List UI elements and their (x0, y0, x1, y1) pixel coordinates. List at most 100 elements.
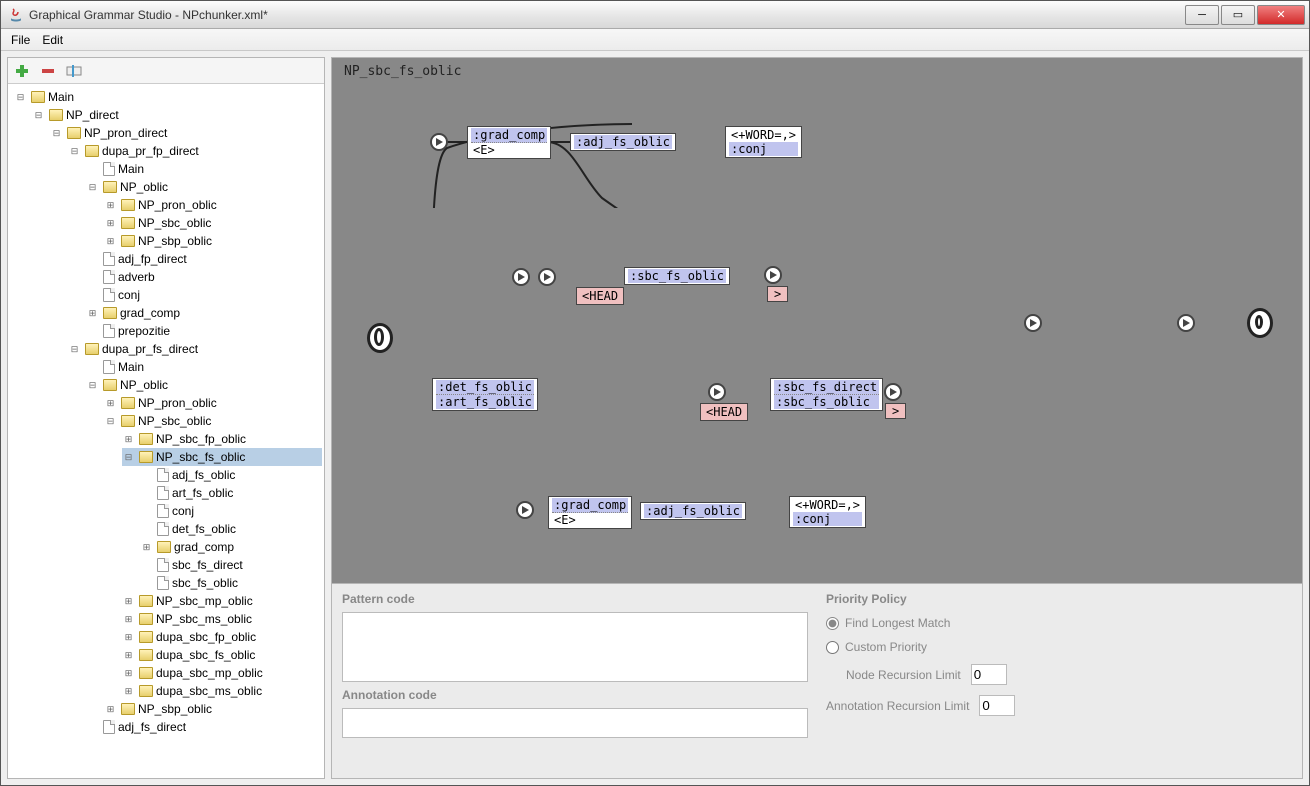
tree-node[interactable]: dupa_pr_fp_direct (102, 142, 199, 160)
tree-node[interactable]: grad_comp (120, 304, 180, 322)
pattern-code-input[interactable] (342, 612, 808, 682)
tree-leaf[interactable]: sbc_fs_oblic (172, 574, 238, 592)
tree-leaf[interactable]: adj_fs_direct (118, 718, 186, 736)
graph-node-det[interactable]: :det_fs_oblic :art_fs_oblic (432, 378, 538, 411)
tree-node[interactable]: NP_sbc_mp_oblic (156, 592, 253, 610)
file-icon (103, 252, 115, 266)
folder-icon (121, 217, 135, 229)
tree-node[interactable]: NP_pron_oblic (138, 394, 217, 412)
port-icon[interactable] (884, 383, 902, 401)
annotation-recursion-label: Annotation Recursion Limit (826, 699, 969, 713)
tree-node[interactable]: dupa_sbc_ms_oblic (156, 682, 262, 700)
node-label: > (772, 287, 783, 301)
node-recursion-input[interactable] (971, 664, 1007, 685)
file-icon (103, 360, 115, 374)
pattern-code-label: Pattern code (342, 592, 808, 606)
remove-icon[interactable] (40, 63, 56, 79)
tree-node[interactable]: NP_pron_oblic (138, 196, 217, 214)
content-area: ⊟Main ⊟NP_direct ⊟NP_pron_direct ⊟dupa_p… (1, 51, 1309, 785)
node-label: :sbc_fs_oblic (774, 395, 879, 409)
port-icon[interactable] (708, 383, 726, 401)
folder-icon (49, 109, 63, 121)
folder-icon (139, 451, 153, 463)
folder-icon (121, 415, 135, 427)
tree-node[interactable]: NP_sbp_oblic (138, 232, 212, 250)
tree-leaf[interactable]: adj_fp_direct (118, 250, 187, 268)
tree-node[interactable]: NP_sbc_oblic (138, 412, 211, 430)
graph-node-grad-comp[interactable]: :grad_comp <E> (548, 496, 632, 529)
tree-leaf[interactable]: det_fs_oblic (172, 520, 236, 538)
graph-node-adj[interactable]: :adj_fs_oblic (570, 133, 676, 151)
tree-node[interactable]: NP_sbc_fp_oblic (156, 430, 246, 448)
tree-node-selected[interactable]: NP_sbc_fs_oblic (156, 448, 245, 466)
start-node[interactable] (367, 323, 393, 353)
node-label: :adj_fs_oblic (644, 504, 742, 518)
tree-node[interactable]: dupa_sbc_mp_oblic (156, 664, 263, 682)
graph-node-word[interactable]: <+WORD=,> :conj (725, 126, 802, 158)
tree-node[interactable]: NP_sbc_ms_oblic (156, 610, 252, 628)
radio-custom-priority[interactable] (826, 641, 839, 654)
tree-leaf[interactable]: art_fs_oblic (172, 484, 233, 502)
end-node[interactable] (1247, 308, 1273, 338)
tree-leaf[interactable]: Main (118, 160, 144, 178)
folder-icon (103, 181, 117, 193)
port-icon[interactable] (430, 133, 448, 151)
tree-leaf[interactable]: conj (118, 286, 140, 304)
port-icon[interactable] (516, 501, 534, 519)
annotation-recursion-input[interactable] (979, 695, 1015, 716)
maximize-button[interactable]: ▭ (1221, 5, 1255, 25)
tree-leaf[interactable]: conj (172, 502, 194, 520)
port-icon[interactable] (1177, 314, 1195, 332)
tree-node[interactable]: dupa_sbc_fs_oblic (156, 646, 255, 664)
tree-node[interactable]: NP_sbp_oblic (138, 700, 212, 718)
tree-node[interactable]: NP_sbc_oblic (138, 214, 211, 232)
graph-canvas[interactable]: NP_sbc_fs_oblic (331, 57, 1303, 584)
close-button[interactable]: ✕ (1257, 5, 1305, 25)
minimize-button[interactable]: ─ (1185, 5, 1219, 25)
graph-node-word[interactable]: <+WORD=,> :conj (789, 496, 866, 528)
port-icon[interactable] (538, 268, 556, 286)
port-icon[interactable] (1024, 314, 1042, 332)
node-sublabel: <+WORD=,> (729, 128, 798, 142)
graph-node-gt[interactable]: > (885, 403, 906, 419)
priority-policy-label: Priority Policy (826, 592, 1292, 606)
folder-icon (121, 235, 135, 247)
add-icon[interactable] (14, 63, 30, 79)
graph-node-head[interactable]: <HEAD (700, 403, 748, 421)
file-icon (157, 522, 169, 536)
tree-node[interactable]: NP_oblic (120, 178, 168, 196)
rename-icon[interactable] (66, 63, 82, 79)
folder-icon (121, 397, 135, 409)
radio-label: Find Longest Match (845, 616, 950, 630)
port-icon[interactable] (764, 266, 782, 284)
menu-file[interactable]: File (11, 33, 30, 47)
tree-node[interactable]: NP_pron_direct (84, 124, 167, 142)
tree-leaf[interactable]: Main (118, 358, 144, 376)
tree-node[interactable]: dupa_sbc_fp_oblic (156, 628, 256, 646)
graph-node-grad-comp[interactable]: :grad_comp <E> (467, 126, 551, 159)
tree-leaf[interactable]: adverb (118, 268, 155, 286)
graph-node-adj[interactable]: :adj_fs_oblic (640, 502, 746, 520)
graph-node-head[interactable]: <HEAD (576, 287, 624, 305)
menu-edit[interactable]: Edit (42, 33, 63, 47)
tree-node[interactable]: grad_comp (174, 538, 234, 556)
tree-node[interactable]: Main (48, 88, 74, 106)
radio-longest-match[interactable] (826, 617, 839, 630)
grammar-tree[interactable]: ⊟Main ⊟NP_direct ⊟NP_pron_direct ⊟dupa_p… (8, 84, 324, 778)
graph-node-sbc2[interactable]: :sbc_fs_direct :sbc_fs_oblic (770, 378, 883, 411)
graph-node-sbc[interactable]: :sbc_fs_oblic (624, 267, 730, 285)
tree-leaf[interactable]: prepozitie (118, 322, 170, 340)
tree-leaf[interactable]: sbc_fs_direct (172, 556, 243, 574)
tree-leaf[interactable]: adj_fs_oblic (172, 466, 235, 484)
tree-node[interactable]: NP_oblic (120, 376, 168, 394)
port-icon[interactable] (512, 268, 530, 286)
tree-node[interactable]: NP_direct (66, 106, 119, 124)
node-label: :grad_comp (471, 128, 547, 143)
node-label: :sbc_fs_direct (774, 380, 879, 395)
folder-icon (103, 307, 117, 319)
tree-node[interactable]: dupa_pr_fs_direct (102, 340, 198, 358)
annotation-code-input[interactable] (342, 708, 808, 738)
node-label: :adj_fs_oblic (574, 135, 672, 149)
tree-toolbar (8, 58, 324, 84)
graph-node-gt[interactable]: > (767, 286, 788, 302)
